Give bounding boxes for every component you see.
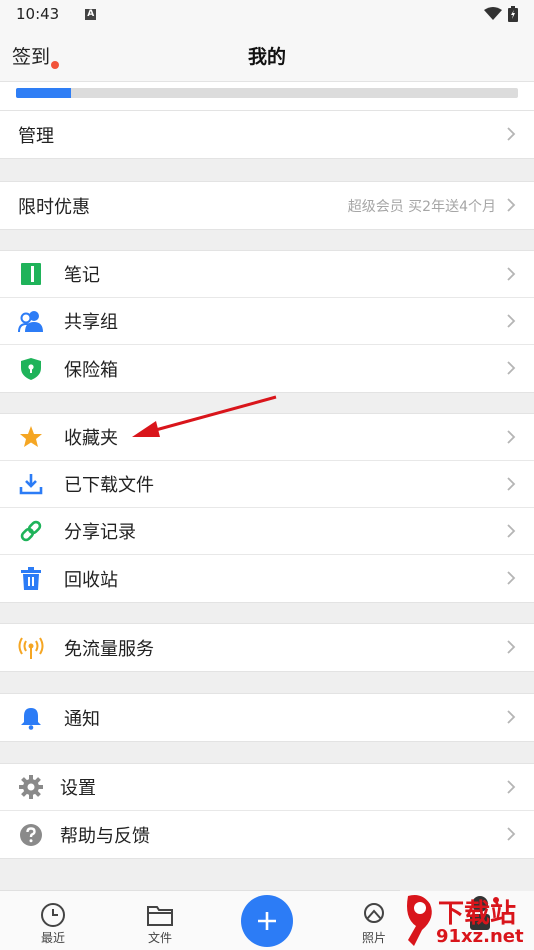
chevron-right-icon <box>507 477 516 491</box>
storage-fill <box>16 88 72 98</box>
manage-row[interactable]: 管理 <box>0 111 534 158</box>
bell-icon <box>18 705 44 731</box>
star-icon <box>18 424 44 450</box>
chevron-right-icon <box>507 640 516 654</box>
recycle-bin-label: 回收站 <box>64 569 118 591</box>
downloaded-row[interactable]: 已下载文件 <box>0 461 534 508</box>
photo-icon <box>364 903 384 923</box>
chevron-right-icon <box>507 127 516 141</box>
group-notify: 通知 <box>0 693 534 742</box>
clock-icon <box>41 903 65 927</box>
notifications-row[interactable]: 通知 <box>0 694 534 741</box>
share-group-label: 共享组 <box>64 312 118 333</box>
notebook-icon <box>18 261 44 287</box>
header: 签到 我的 <box>0 28 534 82</box>
wifi-icon <box>484 7 502 20</box>
group-tools: 笔记 共享组 保险箱 <box>0 250 534 393</box>
watermark-brand: 下载站 <box>438 899 517 929</box>
favorites-row[interactable]: 收藏夹 <box>0 414 534 461</box>
notes-row[interactable]: 笔记 <box>0 251 534 298</box>
notifications-label: 通知 <box>64 708 100 730</box>
chevron-right-icon <box>507 430 516 444</box>
add-button[interactable] <box>241 895 293 947</box>
status-bar: 10:43 A <box>0 0 534 28</box>
vault-label: 保险箱 <box>64 359 118 381</box>
free-data-row[interactable]: 免流量服务 <box>0 624 534 671</box>
watermark-domain: 91xz.net <box>436 926 524 947</box>
help-feedback-label: 帮助与反馈 <box>60 825 150 847</box>
chevron-right-icon <box>507 524 516 538</box>
notification-a-icon: A <box>85 8 97 20</box>
free-data-label: 免流量服务 <box>64 638 154 660</box>
nav-files-label: 文件 <box>147 931 172 945</box>
download-icon <box>18 471 44 497</box>
nav-photos[interactable]: 照片 <box>344 901 404 946</box>
recycle-bin-row[interactable]: 回收站 <box>0 555 534 602</box>
plus-icon <box>258 912 276 930</box>
notes-label: 笔记 <box>64 265 100 286</box>
downloaded-label: 已下载文件 <box>64 475 154 496</box>
users-icon <box>18 308 44 334</box>
group-offer: 限时优惠 超级会员 买2年送4个月 <box>0 181 534 230</box>
share-records-row[interactable]: 分享记录 <box>0 508 534 555</box>
status-time: 10:43 <box>16 5 60 23</box>
storage-track <box>16 88 518 98</box>
vault-row[interactable]: 保险箱 <box>0 345 534 392</box>
settings-label: 设置 <box>60 778 96 799</box>
storage-bar[interactable] <box>0 82 534 110</box>
chevron-right-icon <box>507 710 516 724</box>
folder-icon <box>147 906 173 926</box>
status-icons <box>484 6 518 22</box>
group-settings: 设置 帮助与反馈 <box>0 763 534 859</box>
group-data: 免流量服务 <box>0 623 534 672</box>
chevron-right-icon <box>507 314 516 328</box>
page-title: 我的 <box>247 46 286 68</box>
limited-offer-row[interactable]: 限时优惠 超级会员 买2年送4个月 <box>0 182 534 229</box>
group-files: 收藏夹 已下载文件 分享记录 回收站 <box>0 413 534 603</box>
chevron-right-icon <box>507 827 516 841</box>
chevron-right-icon <box>507 361 516 375</box>
manage-label: 管理 <box>18 125 54 147</box>
nav-files[interactable]: 文件 <box>130 901 190 946</box>
favorites-label: 收藏夹 <box>64 428 118 449</box>
chevron-right-icon <box>507 198 516 212</box>
chevron-right-icon <box>507 571 516 585</box>
share-records-label: 分享记录 <box>64 522 136 543</box>
limited-offer-label: 限时优惠 <box>18 196 90 218</box>
share-group-row[interactable]: 共享组 <box>0 298 534 345</box>
link-icon <box>18 518 44 544</box>
nav-photos-label: 照片 <box>361 931 386 945</box>
help-icon <box>18 822 44 848</box>
help-feedback-row[interactable]: 帮助与反馈 <box>0 811 534 858</box>
chevron-right-icon <box>507 267 516 281</box>
limited-offer-detail: 超级会员 买2年送4个月 <box>347 198 496 215</box>
nav-recent[interactable]: 最近 <box>23 901 83 946</box>
gear-icon <box>18 774 44 800</box>
shield-icon <box>18 356 44 382</box>
settings-row[interactable]: 设置 <box>0 764 534 811</box>
signal-icon <box>18 635 44 661</box>
chevron-right-icon <box>507 780 516 794</box>
trash-icon <box>18 566 44 592</box>
battery-icon <box>508 6 518 22</box>
nav-recent-label: 最近 <box>40 931 65 945</box>
group-manage: 管理 <box>0 110 534 159</box>
